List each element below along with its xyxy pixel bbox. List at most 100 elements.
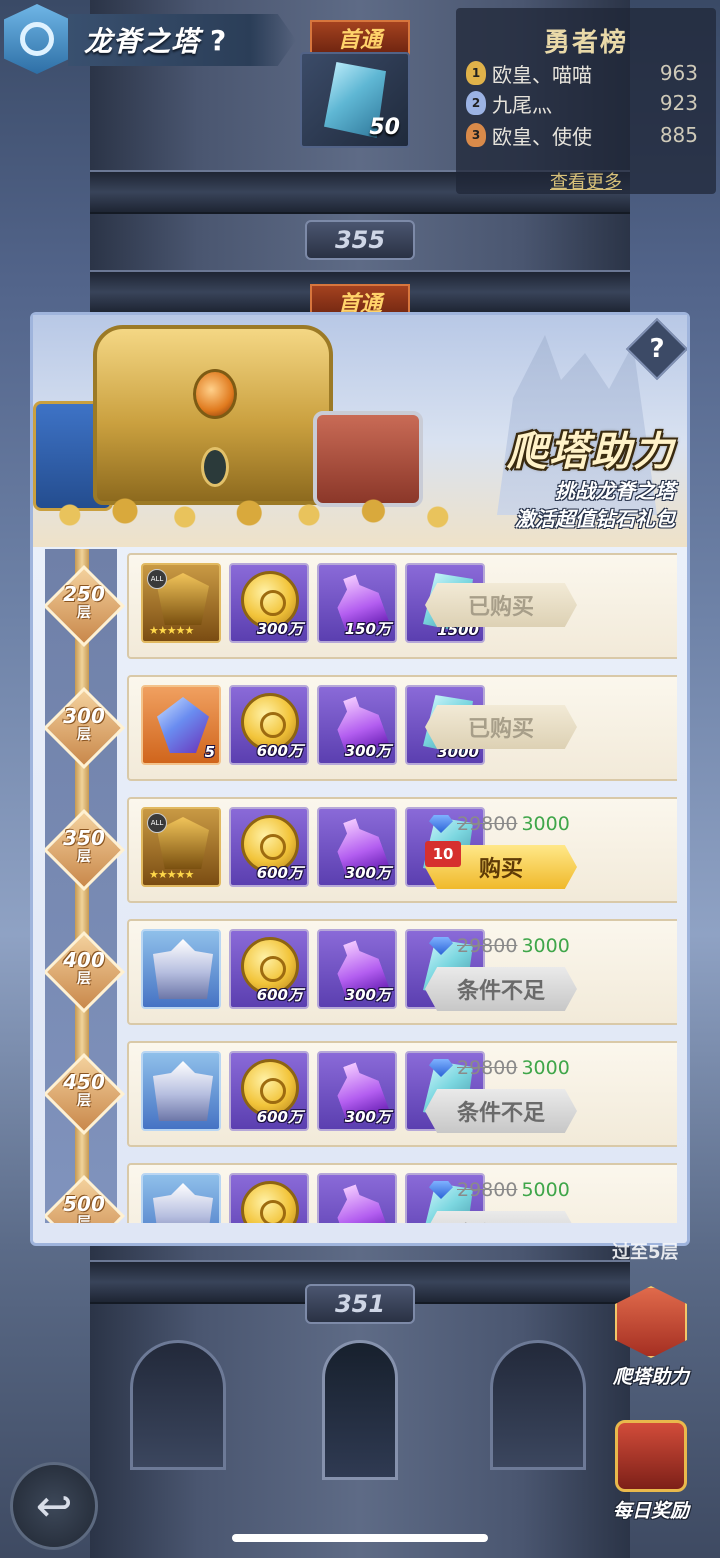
leaderboard-row: 3 欧皇、使使 885 (466, 120, 698, 150)
sale-price: 3000 (521, 813, 570, 835)
reward-item[interactable]: 600万 (229, 807, 309, 887)
help-icon[interactable]: ? (210, 24, 226, 57)
gift-icon (615, 1286, 687, 1358)
view-more-link[interactable]: 查看更多 (550, 168, 622, 194)
reward-count: 50 (369, 115, 400, 140)
price: 29800 3000 (429, 935, 593, 957)
floor-number: 350 (63, 826, 105, 850)
floor-number: 250 (63, 582, 105, 606)
item-quantity: 300万 (344, 1108, 391, 1126)
reward-item[interactable]: 600万 (229, 929, 309, 1009)
banner-subtitle-1: 挑战龙脊之塔 (555, 479, 675, 503)
original-price: 29800 (457, 1179, 518, 1201)
locked-button[interactable]: 条件不足 (425, 967, 577, 1011)
reward-row: 500层 298005000 条件不足 (45, 1163, 677, 1223)
reward-item[interactable]: 600万 (229, 685, 309, 765)
reward-item[interactable]: 300万 (317, 807, 397, 887)
reward-item[interactable] (141, 929, 221, 1009)
promo-banner: ? 爬塔助力 挑战龙脊之塔 激活超值钻石礼包 (33, 315, 687, 547)
floor-label: 500 层 (53, 1193, 115, 1223)
rank-name: 欧皇、喵喵 (492, 62, 592, 87)
diamond-icon (429, 1181, 453, 1199)
rank-score: 923 (659, 91, 698, 115)
star-rating: ★★★★★ (149, 868, 194, 881)
floor-plate-lower: 351 (305, 1284, 415, 1324)
item-quantity: 300万 (344, 986, 391, 1004)
tower-title-bar[interactable]: 龙脊之塔 ? (68, 14, 296, 66)
floor-number: 300 (63, 704, 105, 728)
item-quantity: 150万 (344, 620, 391, 638)
climb-assist-label: 爬塔助力 (612, 1366, 689, 1388)
tower-emblem-icon (4, 4, 70, 74)
reward-item[interactable]: 5 (141, 685, 221, 765)
reward-item[interactable]: 300万 (317, 685, 397, 765)
purchased-button[interactable]: 已购买 (425, 705, 577, 749)
reward-item[interactable] (317, 1173, 397, 1223)
diamond-icon (429, 815, 453, 833)
star-rating: ★★★★★ (149, 624, 194, 637)
floor-number: 500 (63, 1192, 105, 1216)
leaderboard-panel: 勇者榜 1 欧皇、喵喵 963 2 九尾灬 923 3 欧皇、使使 885 查看… (456, 8, 716, 194)
original-price: 29800 (457, 813, 518, 835)
reward-item[interactable]: 150万 (317, 563, 397, 643)
sale-price: 5000 (521, 1179, 570, 1201)
golden-chest-icon (93, 325, 333, 505)
item-quantity: 5 (204, 743, 215, 761)
reward-item[interactable]: ALL ★★★★★ (141, 807, 221, 887)
silver-armor-icon (153, 939, 213, 999)
back-button[interactable]: ↩ (10, 1462, 98, 1550)
floor-label: 350 层 (53, 827, 115, 865)
price: 29800 3000 (429, 813, 593, 835)
reward-list[interactable]: 250 层 ALL ★★★★★ 300万 150万 1500 已购买 300 层 5 600万 300万… (45, 549, 677, 1223)
reward-item[interactable] (141, 1051, 221, 1131)
reward-row: 250 层 ALL ★★★★★ 300万 150万 1500 已购买 (45, 553, 677, 663)
purchased-button[interactable]: 已购买 (425, 583, 577, 627)
home-indicator[interactable] (232, 1534, 488, 1542)
gold-coin-icon (241, 1181, 299, 1223)
reward-item[interactable] (229, 1173, 309, 1223)
gem-chest-icon (157, 697, 209, 753)
banner-subtitle-2: 激活超值钻石礼包 (515, 507, 675, 531)
daily-reward-label: 每日奖励 (612, 1500, 689, 1522)
item-quantity: 600万 (256, 1108, 303, 1126)
diamond-icon (429, 937, 453, 955)
item-quantity: 600万 (256, 864, 303, 882)
locked-button[interactable]: 条件不足 (425, 1211, 577, 1223)
tower-arch (130, 1340, 226, 1470)
treasure-chest-icon (615, 1420, 687, 1492)
item-quantity: 300万 (344, 864, 391, 882)
rank-medal-icon: 2 (466, 91, 486, 115)
diamond-icon (429, 1059, 453, 1077)
price: 29800 3000 (429, 1057, 593, 1079)
reward-row: 300 层 5 600万 300万 3000 已购买 (45, 675, 677, 785)
floor-plate-upper: 355 (305, 220, 415, 260)
original-price: 29800 (457, 935, 518, 957)
floor-unit: 层 (77, 1093, 91, 1109)
daily-reward-button[interactable]: 每日奖励 (606, 1420, 696, 1523)
purchase-limit-tag: 10 (425, 841, 461, 867)
leaderboard-title: 勇者榜 (543, 28, 628, 58)
all-tag: ALL (147, 569, 167, 589)
rank-score: 885 (659, 123, 698, 147)
first-clear-reward[interactable]: 50 (300, 52, 410, 148)
tower-title: 龙脊之塔 (84, 25, 201, 58)
floor-label: 300 层 (53, 705, 115, 743)
floor-unit: 层 (77, 1215, 91, 1223)
all-tag: ALL (147, 813, 167, 833)
climb-assist-panel: ? 爬塔助力 挑战龙脊之塔 激活超值钻石礼包 250 层 ALL ★★★★★ 300万 1… (30, 312, 690, 1246)
floor-unit: 层 (77, 605, 91, 621)
locked-button[interactable]: 条件不足 (425, 1089, 577, 1133)
back-arrow-icon: ↩ (35, 1480, 73, 1532)
reward-item[interactable]: ALL ★★★★★ (141, 563, 221, 643)
reward-item[interactable]: 300万 (229, 563, 309, 643)
reward-item[interactable] (141, 1173, 221, 1223)
progress-hint: 过至5层 (612, 1242, 679, 1263)
climb-assist-button[interactable]: 爬塔助力 (606, 1286, 696, 1389)
reward-row: 450层600万300万5000298003000条件不足 (45, 1041, 677, 1151)
reward-item[interactable]: 600万 (229, 1051, 309, 1131)
reward-item[interactable]: 300万 (317, 1051, 397, 1131)
price: 29800 5000 (429, 1179, 593, 1201)
sale-price: 3000 (521, 1057, 570, 1079)
floor-label: 450 层 (53, 1071, 115, 1109)
reward-item[interactable]: 300万 (317, 929, 397, 1009)
